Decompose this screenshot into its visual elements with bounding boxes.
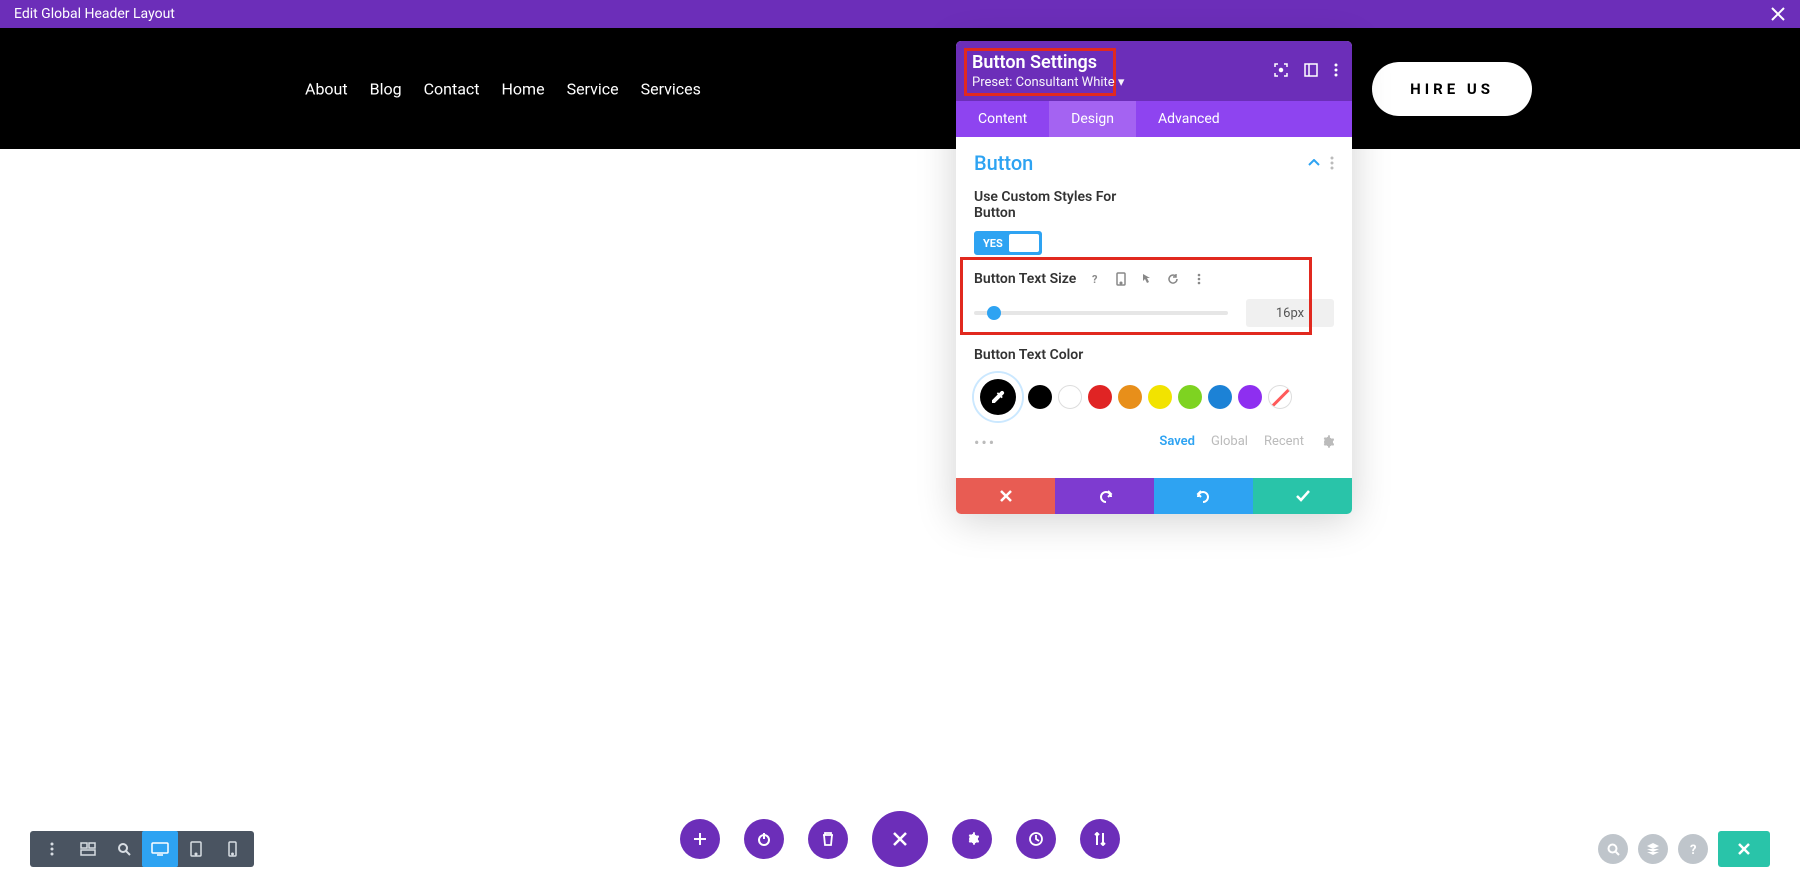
close-icon[interactable] [1770, 6, 1786, 22]
top-bar: Edit Global Header Layout [0, 0, 1800, 28]
svg-text:?: ? [1690, 843, 1696, 856]
settings-button[interactable] [952, 819, 992, 859]
desktop-view-icon[interactable] [142, 831, 178, 867]
swatch-white[interactable] [1058, 385, 1082, 409]
swatch-black[interactable] [1028, 385, 1052, 409]
section-more-icon[interactable] [1330, 156, 1334, 170]
redo-button[interactable] [1154, 478, 1253, 514]
slider-thumb[interactable] [987, 306, 1001, 320]
tab-advanced[interactable]: Advanced [1136, 101, 1242, 137]
collapse-icon[interactable] [1308, 159, 1320, 167]
wireframe-icon[interactable] [70, 831, 106, 867]
tab-design[interactable]: Design [1049, 101, 1136, 137]
panel-header: Button Settings Preset: Consultant White… [956, 41, 1352, 101]
swatch-none[interactable] [1268, 385, 1292, 409]
add-button[interactable] [680, 819, 720, 859]
view-toolbar [30, 831, 254, 867]
zoom-icon[interactable] [106, 831, 142, 867]
primary-nav: About Blog Contact Home Service Services [305, 79, 701, 98]
nav-link-home[interactable]: Home [502, 79, 545, 98]
custom-styles-label: Use Custom Styles For Button [974, 189, 1124, 221]
settings-panel: Button Settings Preset: Consultant White… [956, 41, 1352, 514]
text-size-slider[interactable] [974, 311, 1228, 315]
svg-text:?: ? [1092, 273, 1098, 285]
sort-button[interactable] [1080, 819, 1120, 859]
more-swatches-icon[interactable]: ••• [974, 433, 996, 452]
nav-link-services[interactable]: Services [641, 79, 701, 98]
delete-button[interactable] [808, 819, 848, 859]
sidebar-toggle-icon[interactable] [1304, 63, 1318, 77]
swatch-purple[interactable] [1238, 385, 1262, 409]
save-button[interactable] [1718, 831, 1770, 867]
history-button[interactable] [1016, 819, 1056, 859]
tab-content[interactable]: Content [956, 101, 1049, 137]
swatch-blue[interactable] [1208, 385, 1232, 409]
panel-tabs: Content Design Advanced [956, 101, 1352, 137]
search-button[interactable] [1598, 834, 1628, 864]
section-header: Button [974, 151, 1334, 175]
text-color-label: Button Text Color [974, 347, 1334, 363]
close-dock-button[interactable] [872, 811, 928, 867]
section-title[interactable]: Button [974, 151, 1033, 175]
discard-button[interactable] [956, 478, 1055, 514]
panel-body: Button Use Custom Styles For Button YES … [956, 137, 1352, 478]
confirm-button[interactable] [1253, 478, 1352, 514]
toggle-knob [1009, 234, 1039, 252]
panel-title: Button Settings [972, 52, 1124, 73]
custom-styles-toggle[interactable]: YES [974, 231, 1042, 255]
more-icon[interactable] [1334, 63, 1338, 77]
nav-link-blog[interactable]: Blog [370, 79, 402, 98]
panel-preset[interactable]: Preset: Consultant White ▾ [972, 75, 1124, 90]
power-button[interactable] [744, 819, 784, 859]
hover-icon[interactable] [1140, 272, 1154, 286]
reset-icon[interactable] [1166, 272, 1180, 286]
field-more-icon[interactable] [1192, 272, 1206, 286]
help-button[interactable]: ? [1678, 834, 1708, 864]
nav-link-about[interactable]: About [305, 79, 348, 98]
text-size-label: Button Text Size [974, 271, 1076, 287]
layers-button[interactable] [1638, 834, 1668, 864]
hire-us-button[interactable]: HIRE US [1372, 62, 1532, 116]
toggle-yes-label: YES [975, 237, 1003, 250]
nav-link-service[interactable]: Service [567, 79, 619, 98]
bottom-right-group: ? [1598, 831, 1770, 867]
swatch-red[interactable] [1088, 385, 1112, 409]
undo-button[interactable] [1055, 478, 1154, 514]
top-bar-title: Edit Global Header Layout [14, 6, 175, 22]
toolbar-more-icon[interactable] [34, 831, 70, 867]
color-picker-button[interactable] [974, 373, 1022, 421]
eyedropper-icon [990, 389, 1006, 405]
swatch-orange[interactable] [1118, 385, 1142, 409]
mobile-icon[interactable] [1114, 272, 1128, 286]
text-size-value[interactable]: 16px [1246, 299, 1334, 327]
help-icon[interactable]: ? [1088, 272, 1102, 286]
color-tab-recent[interactable]: Recent [1264, 434, 1304, 449]
color-tab-saved[interactable]: Saved [1159, 434, 1195, 449]
nav-link-contact[interactable]: Contact [424, 79, 480, 98]
tablet-view-icon[interactable] [178, 831, 214, 867]
panel-header-icons [1274, 63, 1338, 77]
color-settings-icon[interactable] [1320, 435, 1334, 449]
color-tab-global[interactable]: Global [1211, 434, 1248, 449]
swatch-yellow[interactable] [1148, 385, 1172, 409]
focus-icon[interactable] [1274, 63, 1288, 77]
swatch-green[interactable] [1178, 385, 1202, 409]
mobile-view-icon[interactable] [214, 831, 250, 867]
site-header: About Blog Contact Home Service Services… [0, 28, 1800, 149]
bottom-dock [680, 811, 1120, 867]
panel-footer [956, 478, 1352, 514]
